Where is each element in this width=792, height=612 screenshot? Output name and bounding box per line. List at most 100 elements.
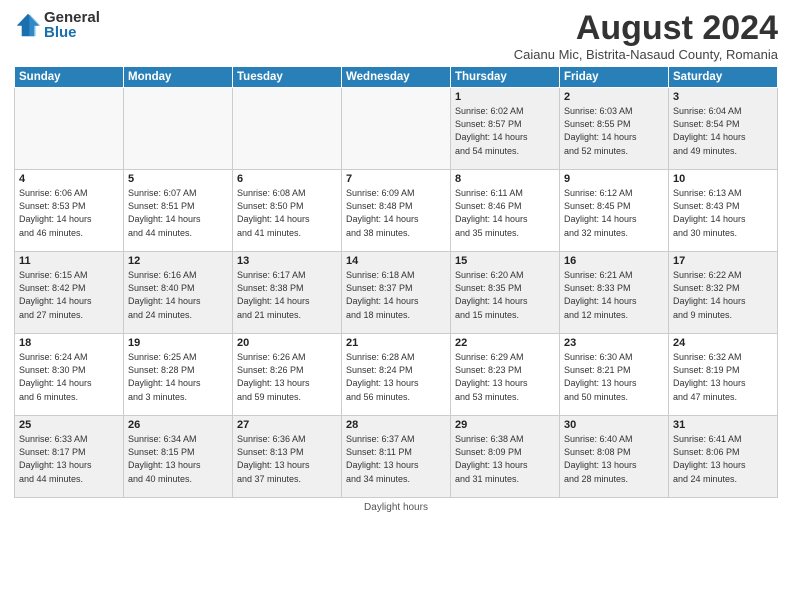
calendar-cell <box>342 88 451 170</box>
day-info: Sunrise: 6:25 AM Sunset: 8:28 PM Dayligh… <box>128 351 228 403</box>
day-info: Sunrise: 6:20 AM Sunset: 8:35 PM Dayligh… <box>455 269 555 321</box>
day-number: 11 <box>19 255 119 267</box>
day-info: Sunrise: 6:34 AM Sunset: 8:15 PM Dayligh… <box>128 433 228 485</box>
calendar-cell: 2 Sunrise: 6:03 AM Sunset: 8:55 PM Daylig… <box>560 88 669 170</box>
page: General Blue August 2024 Caianu Mic, Bis… <box>0 0 792 612</box>
header: General Blue August 2024 Caianu Mic, Bis… <box>14 10 778 62</box>
day-number: 24 <box>673 337 773 349</box>
calendar-cell: 23 Sunrise: 6:30 AM Sunset: 8:21 PM Dayli… <box>560 334 669 416</box>
calendar-cell: 13Sunrise: 6:17 AM Sunset: 8:38 PM Dayli… <box>233 252 342 334</box>
day-number: 3 <box>673 91 773 103</box>
day-number: 2 <box>564 91 664 103</box>
day-number: 31 <box>673 419 773 431</box>
day-info: Sunrise: 6:24 AM Sunset: 8:30 PM Dayligh… <box>19 351 119 403</box>
day-info: Sunrise: 6:40 AM Sunset: 8:08 PM Dayligh… <box>564 433 664 485</box>
day-number: 22 <box>455 337 555 349</box>
calendar-week-3: 11 Sunrise: 6:15 AM Sunset: 8:42 PM Dayli… <box>15 252 778 334</box>
day-info: Sunrise: 6:28 AM Sunset: 8:24 PM Dayligh… <box>346 351 446 403</box>
calendar-cell: 14 Sunrise: 6:18 AM Sunset: 8:37 PM Dayli… <box>342 252 451 334</box>
calendar-cell: 21Sunrise: 6:28 AM Sunset: 8:24 PM Dayli… <box>342 334 451 416</box>
day-number: 14 <box>346 255 446 267</box>
calendar-week-5: 25 Sunrise: 6:33 AM Sunset: 8:17 PM Dayli… <box>15 416 778 498</box>
calendar-cell: 5 Sunrise: 6:07 AM Sunset: 8:51 PM Daylig… <box>124 170 233 252</box>
day-number: 28 <box>346 419 446 431</box>
calendar-cell: 7 Sunrise: 6:09 AM Sunset: 8:48 PM Daylig… <box>342 170 451 252</box>
day-info: Sunrise: 6:41 AM Sunset: 8:06 PM Dayligh… <box>673 433 773 485</box>
day-number: 18 <box>19 337 119 349</box>
calendar-cell: 15 Sunrise: 6:20 AM Sunset: 8:35 PM Dayli… <box>451 252 560 334</box>
calendar-header-saturday: Saturday <box>669 67 778 88</box>
calendar-cell: 8Sunrise: 6:11 AM Sunset: 8:46 PM Daylig… <box>451 170 560 252</box>
month-title: August 2024 <box>514 10 778 47</box>
day-info: Sunrise: 6:32 AM Sunset: 8:19 PM Dayligh… <box>673 351 773 403</box>
calendar-header-row: SundayMondayTuesdayWednesdayThursdayFrid… <box>15 67 778 88</box>
day-number: 23 <box>564 337 664 349</box>
day-number: 1 <box>455 91 555 103</box>
logo-icon <box>14 11 42 39</box>
day-number: 5 <box>128 173 228 185</box>
day-number: 27 <box>237 419 337 431</box>
day-info: Sunrise: 6:08 AM Sunset: 8:50 PM Dayligh… <box>237 187 337 239</box>
day-number: 6 <box>237 173 337 185</box>
day-info: Sunrise: 6:37 AM Sunset: 8:11 PM Dayligh… <box>346 433 446 485</box>
calendar-cell: 16 Sunrise: 6:21 AM Sunset: 8:33 PM Dayli… <box>560 252 669 334</box>
logo-blue-text: Blue <box>44 25 100 40</box>
day-info: Sunrise: 6:29 AM Sunset: 8:23 PM Dayligh… <box>455 351 555 403</box>
calendar-cell <box>233 88 342 170</box>
day-number: 8 <box>455 173 555 185</box>
day-number: 17 <box>673 255 773 267</box>
calendar-cell: 28 Sunrise: 6:37 AM Sunset: 8:11 PM Dayli… <box>342 416 451 498</box>
day-number: 16 <box>564 255 664 267</box>
calendar-cell: 17 Sunrise: 6:22 AM Sunset: 8:32 PM Dayli… <box>669 252 778 334</box>
day-number: 30 <box>564 419 664 431</box>
day-number: 12 <box>128 255 228 267</box>
day-info: Sunrise: 6:09 AM Sunset: 8:48 PM Dayligh… <box>346 187 446 239</box>
day-number: 7 <box>346 173 446 185</box>
calendar-cell: 25 Sunrise: 6:33 AM Sunset: 8:17 PM Dayli… <box>15 416 124 498</box>
calendar-week-4: 18 Sunrise: 6:24 AM Sunset: 8:30 PM Dayli… <box>15 334 778 416</box>
day-info: Sunrise: 6:07 AM Sunset: 8:51 PM Dayligh… <box>128 187 228 239</box>
calendar-header-wednesday: Wednesday <box>342 67 451 88</box>
day-info: Sunrise: 6:26 AM Sunset: 8:26 PM Dayligh… <box>237 351 337 403</box>
day-number: 25 <box>19 419 119 431</box>
calendar-cell <box>124 88 233 170</box>
calendar-cell: 29Sunrise: 6:38 AM Sunset: 8:09 PM Dayli… <box>451 416 560 498</box>
day-number: 10 <box>673 173 773 185</box>
logo: General Blue <box>14 10 100 40</box>
calendar-cell: 9Sunrise: 6:12 AM Sunset: 8:45 PM Daylig… <box>560 170 669 252</box>
calendar-cell: 18 Sunrise: 6:24 AM Sunset: 8:30 PM Dayli… <box>15 334 124 416</box>
calendar-cell: 22 Sunrise: 6:29 AM Sunset: 8:23 PM Dayli… <box>451 334 560 416</box>
day-number: 4 <box>19 173 119 185</box>
day-info: Sunrise: 6:21 AM Sunset: 8:33 PM Dayligh… <box>564 269 664 321</box>
title-block: August 2024 Caianu Mic, Bistrita-Nasaud … <box>514 10 778 62</box>
calendar-week-2: 4 Sunrise: 6:06 AM Sunset: 8:53 PM Daylig… <box>15 170 778 252</box>
day-info: Sunrise: 6:33 AM Sunset: 8:17 PM Dayligh… <box>19 433 119 485</box>
logo-text: General Blue <box>44 10 100 40</box>
footer: Daylight hours <box>14 502 778 513</box>
calendar-cell: 12 Sunrise: 6:16 AM Sunset: 8:40 PM Dayli… <box>124 252 233 334</box>
day-info: Sunrise: 6:18 AM Sunset: 8:37 PM Dayligh… <box>346 269 446 321</box>
day-number: 15 <box>455 255 555 267</box>
day-info: Sunrise: 6:06 AM Sunset: 8:53 PM Dayligh… <box>19 187 119 239</box>
calendar-cell: 19 Sunrise: 6:25 AM Sunset: 8:28 PM Dayli… <box>124 334 233 416</box>
day-info: Sunrise: 6:16 AM Sunset: 8:40 PM Dayligh… <box>128 269 228 321</box>
calendar-header-tuesday: Tuesday <box>233 67 342 88</box>
daylight-label: Daylight hours <box>364 502 428 513</box>
calendar-table: SundayMondayTuesdayWednesdayThursdayFrid… <box>14 66 778 498</box>
calendar-cell: 11 Sunrise: 6:15 AM Sunset: 8:42 PM Dayli… <box>15 252 124 334</box>
day-info: Sunrise: 6:02 AM Sunset: 8:57 PM Dayligh… <box>455 105 555 157</box>
day-info: Sunrise: 6:04 AM Sunset: 8:54 PM Dayligh… <box>673 105 773 157</box>
day-info: Sunrise: 6:30 AM Sunset: 8:21 PM Dayligh… <box>564 351 664 403</box>
calendar-cell: 20 Sunrise: 6:26 AM Sunset: 8:26 PM Dayli… <box>233 334 342 416</box>
day-info: Sunrise: 6:22 AM Sunset: 8:32 PM Dayligh… <box>673 269 773 321</box>
calendar-cell: 3 Sunrise: 6:04 AM Sunset: 8:54 PM Daylig… <box>669 88 778 170</box>
calendar-cell <box>15 88 124 170</box>
day-info: Sunrise: 6:15 AM Sunset: 8:42 PM Dayligh… <box>19 269 119 321</box>
day-info: Sunrise: 6:03 AM Sunset: 8:55 PM Dayligh… <box>564 105 664 157</box>
day-number: 19 <box>128 337 228 349</box>
calendar-cell: 10Sunrise: 6:13 AM Sunset: 8:43 PM Dayli… <box>669 170 778 252</box>
calendar-cell: 4 Sunrise: 6:06 AM Sunset: 8:53 PM Daylig… <box>15 170 124 252</box>
day-number: 9 <box>564 173 664 185</box>
calendar-cell: 24 Sunrise: 6:32 AM Sunset: 8:19 PM Dayli… <box>669 334 778 416</box>
day-number: 20 <box>237 337 337 349</box>
